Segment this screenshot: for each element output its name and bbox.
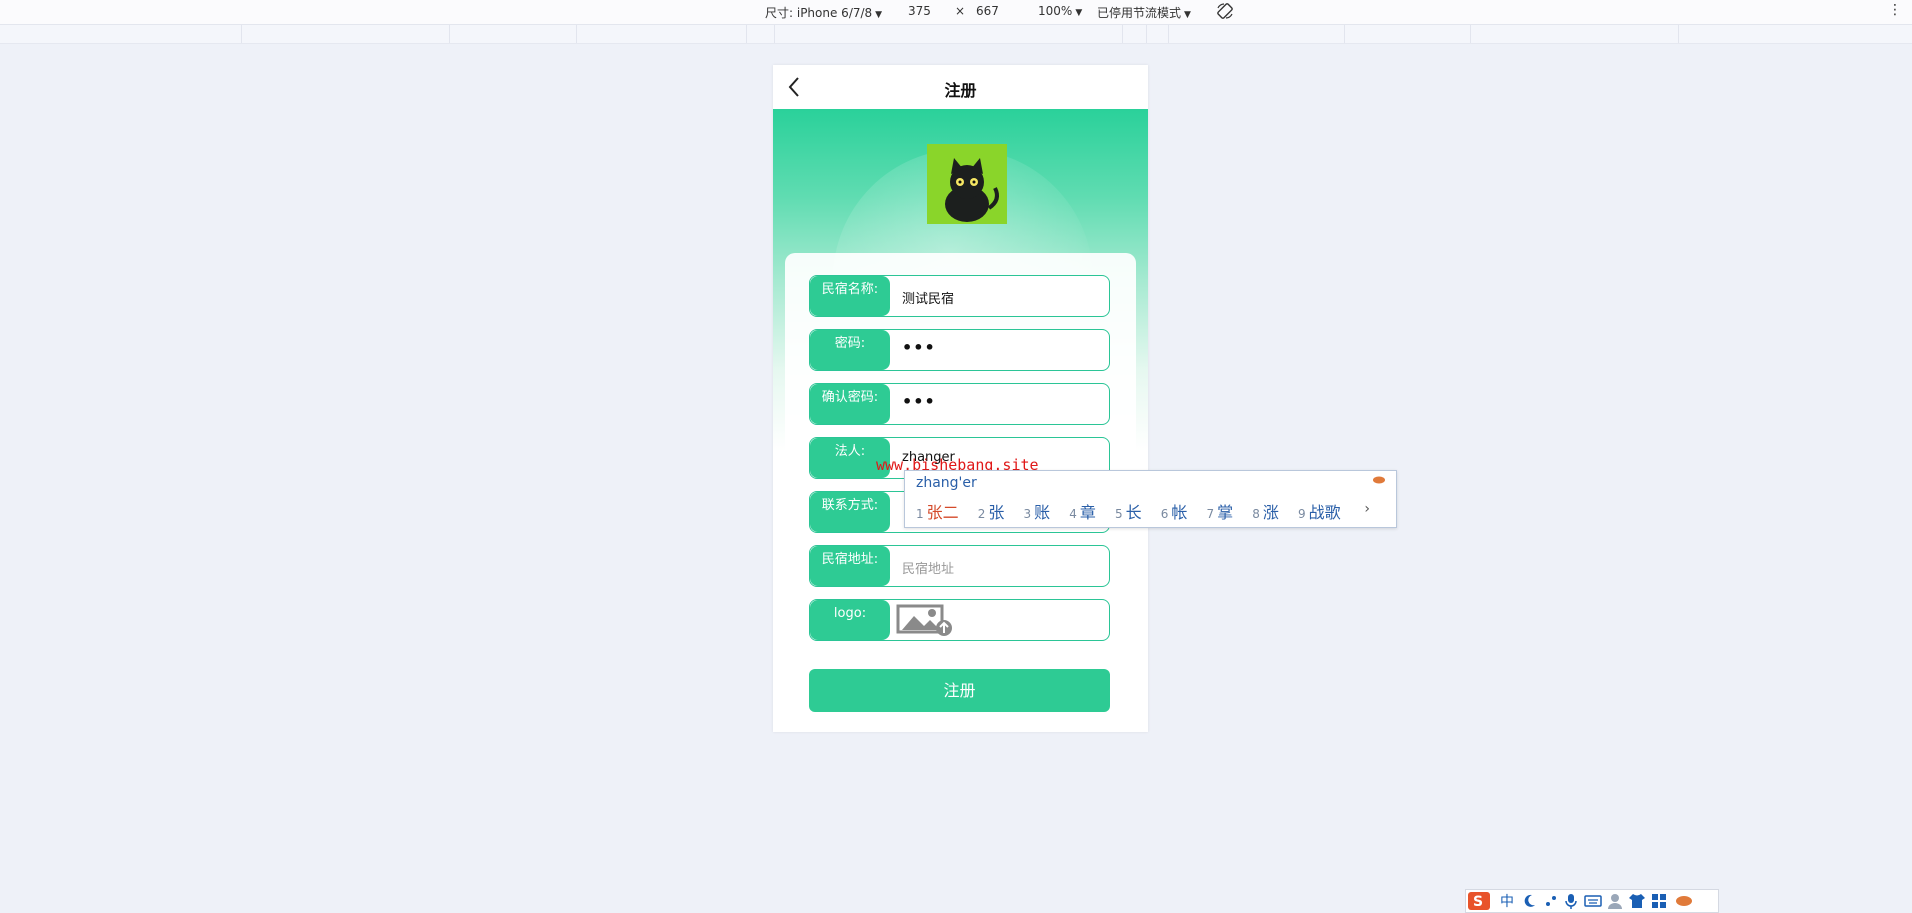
- field-confirm-password: 确认密码: •••: [809, 383, 1110, 425]
- mobile-viewport: 注册 民宿名称: 测试民宿 密码: ••• 确认密码: ••• 法人: zhan…: [773, 65, 1148, 732]
- homestay-name-input[interactable]: 测试民宿: [902, 288, 954, 307]
- ime-candidate-list: 1 张二 2张 3账 4章 5长 6帐 7掌 8涨 9 战歌: [916, 499, 1355, 523]
- mascot-icon[interactable]: [1674, 892, 1694, 910]
- sogou-logo-icon[interactable]: S: [1468, 892, 1490, 910]
- throttle-select[interactable]: 已停用节流模式 ▼: [1097, 4, 1191, 21]
- ime-candidate[interactable]: 9 战歌: [1298, 499, 1341, 523]
- field-label: 民宿名称:: [810, 276, 890, 316]
- punctuation-icon[interactable]: [1544, 892, 1558, 910]
- nav-bar: 注册: [773, 65, 1148, 109]
- skin-shirt-icon[interactable]: [1628, 892, 1646, 910]
- address-input[interactable]: 民宿地址: [902, 558, 954, 577]
- ime-next-page-button[interactable]: ›: [1364, 501, 1370, 517]
- devtools-device-toolbar: 尺寸: iPhone 6/7/8 ▼ 375 × 667 100% ▼ 已停用节流模…: [0, 0, 1912, 25]
- user-icon[interactable]: [1606, 892, 1624, 910]
- rotate-icon[interactable]: [1216, 2, 1234, 20]
- device-label: 尺寸: iPhone 6/7/8: [765, 6, 873, 20]
- chevron-down-icon: ▼: [875, 10, 883, 20]
- ime-candidate[interactable]: 3账: [1024, 499, 1051, 523]
- cat-logo-image: [927, 144, 1007, 224]
- ime-candidate[interactable]: 4章: [1069, 499, 1096, 523]
- ime-candidate[interactable]: 1 张二: [916, 499, 959, 523]
- zoom-label: 100%: [1038, 4, 1073, 18]
- image-upload-icon[interactable]: [896, 604, 954, 636]
- media-query-ruler: [0, 25, 1912, 44]
- ime-candidate[interactable]: 7掌: [1207, 499, 1234, 523]
- chevron-down-icon: ▼: [1075, 8, 1083, 18]
- zoom-select[interactable]: 100% ▼: [1038, 4, 1082, 18]
- times-sign: ×: [955, 4, 966, 18]
- ime-candidate-window: zhang'er 1 张二 2张 3账 4章 5长 6帐 7掌 8涨 9 战歌 ›: [904, 470, 1397, 528]
- ime-pinyin: zhang'er: [916, 475, 977, 491]
- moon-icon[interactable]: [1522, 892, 1538, 910]
- width-input[interactable]: 375: [908, 4, 931, 18]
- field-logo: logo:: [809, 599, 1110, 641]
- field-address: 民宿地址: 民宿地址: [809, 545, 1110, 587]
- field-label: 联系方式:: [810, 492, 890, 532]
- throttle-label: 已停用节流模式: [1097, 6, 1182, 20]
- ime-skin-icon[interactable]: [1372, 475, 1386, 485]
- ime-candidate[interactable]: 2张: [978, 499, 1005, 523]
- ime-candidate[interactable]: 6帐: [1161, 499, 1188, 523]
- field-label: 确认密码:: [810, 384, 890, 424]
- svg-text:S: S: [1473, 894, 1483, 910]
- page-title: 注册: [944, 81, 977, 100]
- field-label: 密码:: [810, 330, 890, 370]
- chevron-down-icon: ▼: [1184, 10, 1191, 20]
- keyboard-icon[interactable]: [1584, 892, 1602, 910]
- hero-background: 民宿名称: 测试民宿 密码: ••• 确认密码: ••• 法人: zhanger…: [773, 109, 1148, 732]
- field-label: 民宿地址:: [810, 546, 890, 586]
- confirm-password-input[interactable]: •••: [902, 392, 936, 411]
- ime-status-bar: S 中: [1465, 889, 1719, 913]
- ime-candidate[interactable]: 5长: [1115, 499, 1142, 523]
- password-input[interactable]: •••: [902, 338, 936, 357]
- microphone-icon[interactable]: [1564, 892, 1578, 910]
- register-button[interactable]: 注册: [809, 669, 1110, 712]
- ime-language-toggle[interactable]: 中: [1500, 891, 1514, 910]
- field-homestay-name: 民宿名称: 测试民宿: [809, 275, 1110, 317]
- ime-candidate[interactable]: 8涨: [1252, 499, 1279, 523]
- field-label: logo:: [810, 600, 890, 640]
- field-password: 密码: •••: [809, 329, 1110, 371]
- toolbox-grid-icon[interactable]: [1650, 892, 1668, 910]
- more-options-icon[interactable]: ⋮: [1888, 2, 1902, 18]
- device-select[interactable]: 尺寸: iPhone 6/7/8 ▼: [765, 4, 882, 21]
- height-input[interactable]: 667: [976, 4, 999, 18]
